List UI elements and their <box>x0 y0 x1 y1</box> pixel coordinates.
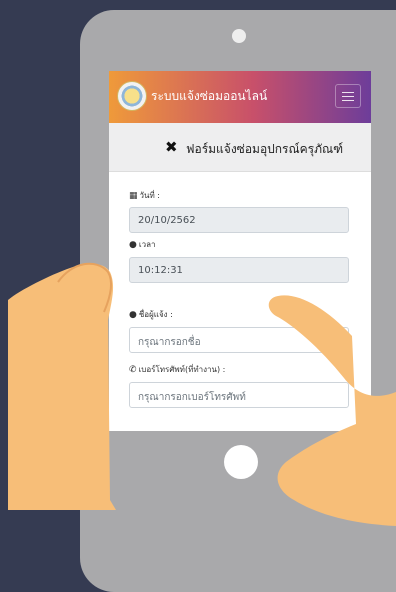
tablet-screen: ระบบแจ้งซ่อมออนไลน์ ✖ ฟอร์มแจ้งซ่อมอุปกร… <box>109 71 371 431</box>
name-input[interactable]: กรุณากรอกชื่อ <box>129 327 349 353</box>
app-title: ระบบแจ้งซ่อมออนไลน์ <box>151 89 268 103</box>
form-header: ✖ ฟอร์มแจ้งซ่อมอุปกรณ์ครุภัณฑ์ <box>109 123 371 172</box>
tools-icon: ✖ <box>165 138 178 156</box>
date-field: 20/10/2562 <box>129 207 349 233</box>
hamburger-menu-button[interactable] <box>335 84 361 108</box>
tablet-camera <box>232 29 246 43</box>
app-logo <box>117 81 147 111</box>
user-icon: ● <box>129 310 137 320</box>
phone-label: ✆ เบอร์โทรศัพท์(ที่ทำงาน) : <box>129 365 226 375</box>
date-label: ▦ วันที่ : <box>129 191 160 201</box>
hamburger-menu-icon <box>342 92 354 93</box>
tablet-home-button[interactable] <box>224 445 258 479</box>
user-clock-icon: ● <box>129 240 137 250</box>
time-label: ● เวลา <box>129 240 156 250</box>
navbar: ระบบแจ้งซ่อมออนไลน์ <box>109 71 371 123</box>
phone-icon: ✆ <box>129 365 137 375</box>
form-title: ฟอร์มแจ้งซ่อมอุปกรณ์ครุภัณฑ์ <box>186 142 344 156</box>
calendar-icon: ▦ <box>129 191 138 201</box>
name-label: ● ชื่อผู้แจ้ง : <box>129 310 173 320</box>
time-field: 10:12:31 <box>129 257 349 283</box>
phone-input[interactable]: กรุณากรอกเบอร์โทรศัพท์ <box>129 382 349 408</box>
